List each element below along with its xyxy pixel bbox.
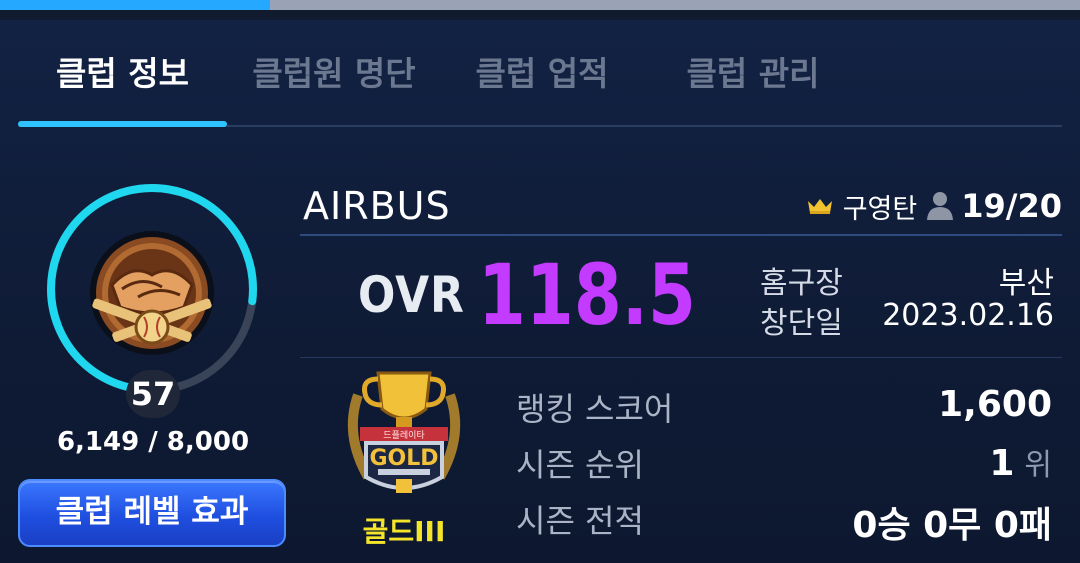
club-name: AIRBUS: [303, 184, 451, 228]
tab-club-info[interactable]: 클럽 정보: [18, 28, 227, 124]
founded-date-value: 2023.02.16: [882, 298, 1054, 333]
tab-club-management[interactable]: 클럽 관리: [668, 28, 838, 124]
tier-badge-text: GOLD: [369, 446, 438, 471]
season-record-row: 시즌 전적 0승 0무 0패: [516, 496, 1052, 546]
ovr-label: OVR: [358, 266, 465, 324]
season-rank-row: 시즌 순위 1위: [516, 440, 1052, 484]
tab-bar: 클럽 정보 클럽원 명단 클럽 업적 클럽 관리: [18, 28, 1062, 128]
tier-name: 골드III: [362, 515, 446, 548]
home-stadium-row: 홈구장 부산: [760, 258, 1054, 301]
crown-icon: [807, 199, 832, 214]
season-record-label: 시즌 전적: [516, 502, 644, 540]
member-count: 19/20: [961, 187, 1062, 225]
active-tab-indicator: [18, 121, 227, 127]
founded-date-row: 창단일 2023.02.16: [760, 298, 1054, 341]
home-stadium-label: 홈구장: [760, 266, 843, 301]
tab-club-achievements[interactable]: 클럽 업적: [458, 28, 626, 124]
tier-badge-icon: 드플레이타 GOLD: [338, 365, 470, 501]
home-stadium-value: 부산: [998, 266, 1054, 301]
season-rank-unit: 위: [1024, 448, 1052, 483]
ovr-value: 118.5: [478, 246, 696, 344]
season-record-value: 0승 0무 0패: [852, 505, 1052, 546]
person-icon: [927, 192, 954, 220]
club-level-badge: 57: [126, 370, 180, 418]
header-divider: [300, 234, 1062, 236]
ranking-score-label: 랭킹 스코어: [516, 390, 674, 428]
club-exp-text: 6,149 / 8,000: [56, 427, 250, 457]
season-rank-value: 1: [989, 443, 1015, 484]
owner-members-row: 구영탄 19/20: [807, 186, 1062, 226]
ranking-score-value: 1,600: [938, 384, 1052, 425]
club-level-effect-button[interactable]: 클럽 레벨 효과: [18, 479, 286, 547]
club-emblem-icon: [90, 231, 214, 355]
club-level-ring: [44, 181, 260, 397]
season-rank-value-wrap: 1위: [989, 440, 1052, 484]
section-divider: [300, 357, 1062, 358]
ranking-score-row: 랭킹 스코어 1,600: [516, 384, 1052, 428]
tier-ribbon-text: 드플레이타: [383, 430, 425, 441]
founded-date-label: 창단일: [760, 306, 843, 341]
season-rank-label: 시즌 순위: [516, 446, 644, 484]
tab-club-members[interactable]: 클럽원 명단: [236, 28, 432, 124]
club-owner-name: 구영탄: [842, 193, 918, 225]
